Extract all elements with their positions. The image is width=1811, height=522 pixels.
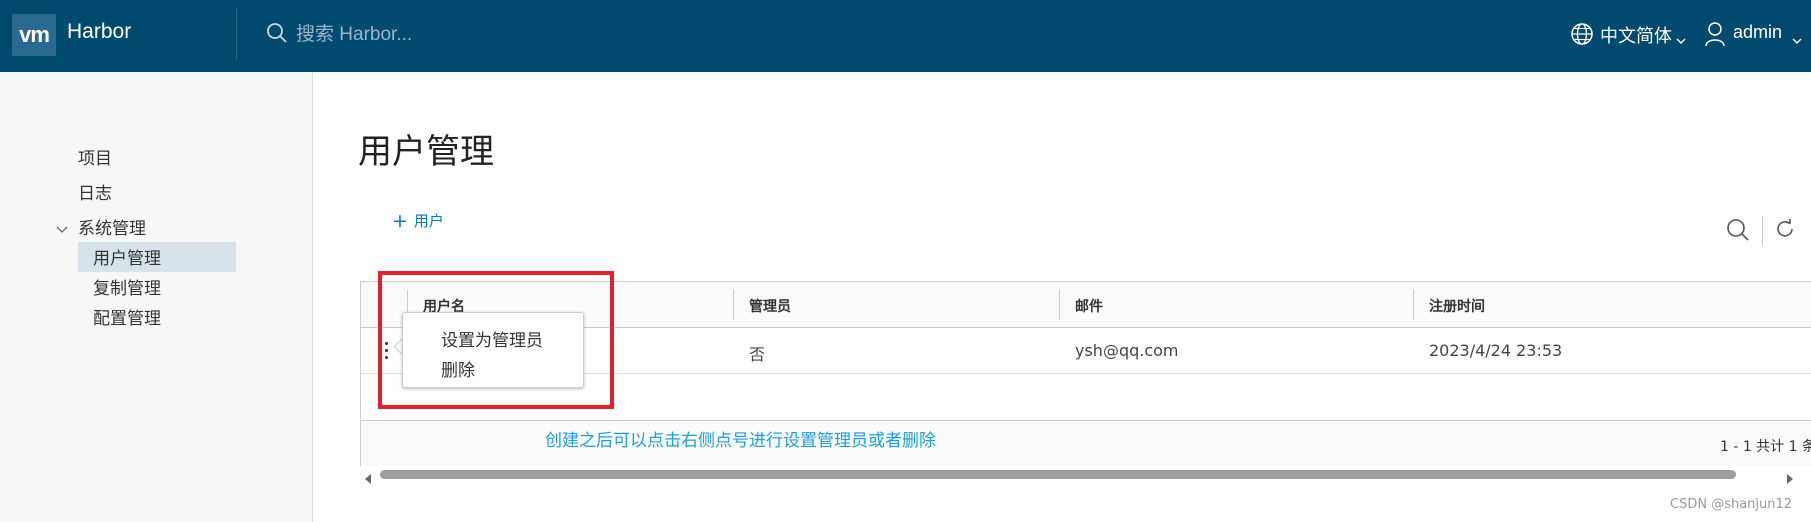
cell-admin: 否	[749, 345, 766, 364]
header-divider	[236, 8, 237, 60]
sidebar-item-replication[interactable]: 复制管理	[93, 274, 161, 299]
globe-icon	[1570, 22, 1594, 51]
filter-search-icon[interactable]	[1726, 218, 1750, 246]
watermark: CSDN @shanjun12	[1670, 497, 1793, 512]
global-search-input[interactable]	[296, 22, 696, 48]
scroll-left-icon[interactable]	[364, 469, 372, 488]
scroll-right-icon[interactable]	[1786, 469, 1794, 488]
toolbar-divider	[1762, 216, 1763, 246]
plus-icon: +	[392, 210, 408, 232]
sidebar-group-admin[interactable]: 系统管理	[78, 214, 146, 239]
sidebar-item-configuration[interactable]: 配置管理	[93, 304, 161, 329]
username-label: admin	[1733, 22, 1783, 42]
page-title: 用户管理	[358, 132, 494, 172]
horizontal-scrollbar[interactable]	[360, 466, 1811, 484]
pagination-count: 1 - 1 共计 1 条	[1719, 439, 1811, 455]
column-registered[interactable]: 注册时间	[1429, 296, 1485, 316]
chevron-down-icon[interactable]	[56, 219, 68, 238]
cell-email: ysh@qq.com	[1075, 341, 1179, 360]
refresh-icon[interactable]	[1774, 218, 1796, 244]
annotation-highlight-box	[378, 271, 614, 409]
column-admin[interactable]: 管理员	[749, 296, 791, 316]
sidebar: 项目 日志 系统管理 用户管理 复制管理 配置管理	[0, 72, 313, 522]
chevron-down-icon	[1792, 29, 1802, 50]
annotation-text: 创建之后可以点击右侧点号进行设置管理员或者删除	[545, 431, 936, 451]
top-header: vm Harbor 中文简体 admin	[0, 0, 1811, 72]
scrollbar-thumb[interactable]	[380, 470, 1736, 479]
column-divider[interactable]	[733, 290, 734, 320]
column-divider[interactable]	[1059, 290, 1060, 320]
add-user-label: 用户	[413, 212, 444, 230]
sidebar-item-projects[interactable]: 项目	[78, 144, 112, 169]
sidebar-item-user-management[interactable]: 用户管理	[93, 244, 161, 269]
column-divider[interactable]	[1413, 290, 1414, 320]
sidebar-item-logs[interactable]: 日志	[78, 179, 112, 204]
language-label: 中文简体	[1600, 26, 1672, 47]
app-name[interactable]: Harbor	[67, 20, 131, 44]
chevron-down-icon	[1676, 29, 1686, 50]
column-email[interactable]: 邮件	[1075, 296, 1103, 316]
search-icon	[266, 22, 288, 48]
vmware-logo[interactable]: vm	[12, 14, 56, 56]
cell-registered: 2023/4/24 23:53	[1429, 341, 1563, 360]
harbor-window: vm Harbor 中文简体 admin 项目 日志	[0, 0, 1811, 522]
user-icon	[1704, 21, 1726, 52]
add-user-button[interactable]: + 用户	[392, 210, 444, 232]
